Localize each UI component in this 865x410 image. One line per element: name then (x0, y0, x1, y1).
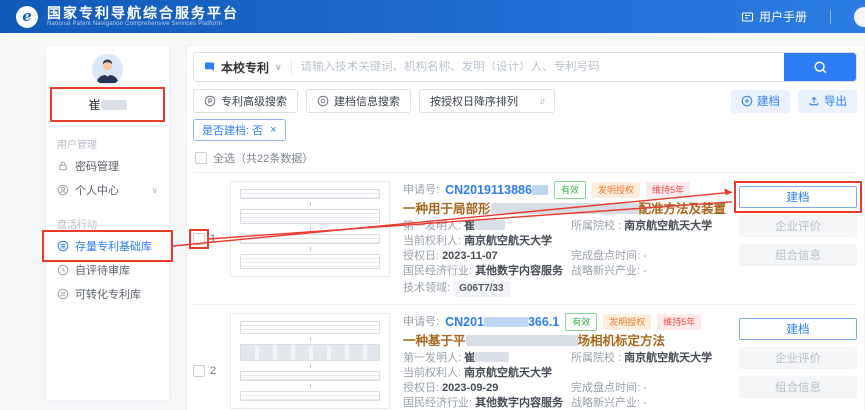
sidebar-item-label: 个人中心 (75, 182, 119, 198)
search-bar: 本校专利 ∨ (193, 52, 857, 82)
database-icon (57, 240, 69, 252)
chevron-down-icon: ∨ (275, 62, 282, 73)
archive-info-search-label: 建档信息搜索 (334, 93, 400, 109)
sidebar-item-label: 密码管理 (75, 158, 119, 174)
user-manual-link[interactable]: 用户手册 (741, 8, 807, 25)
select-all-checkbox[interactable] (195, 152, 207, 164)
app-no-value[interactable]: CN201366.1 (445, 315, 559, 329)
transfer-icon (57, 288, 69, 300)
patent-actions: 建档 企业评价 组合信息 (739, 181, 857, 297)
sort-arrows-icon: ↓↑ (539, 96, 544, 106)
app-no-label: 申请号: (403, 183, 439, 197)
search-input[interactable] (292, 61, 784, 73)
sidebar-section-revitalize: 盘活行动 (46, 208, 169, 234)
platform-logo-icon: e (16, 6, 38, 28)
toolbar: 专利高级搜索 建档信息搜索 按授权日降序排列 ↓↑ 建档 导出 (193, 89, 857, 113)
enterprise-eval-button[interactable]: 企业评价 (739, 347, 857, 369)
row-checkbox[interactable] (193, 365, 205, 377)
filter-tag-label: 是否建档: 否 (202, 122, 263, 138)
username: 崔 (56, 93, 159, 116)
platform-subtitle: National Patent Navigation Comprehensive… (47, 21, 239, 27)
status-badge-maintain: 维持5年 (657, 314, 701, 330)
plus-circle-icon (741, 95, 753, 107)
avatar-person-icon (92, 54, 123, 85)
create-archive-label: 建档 (757, 93, 780, 109)
tech-field-tag: G06T7/33 (453, 281, 509, 297)
create-archive-button[interactable]: 建档 (731, 90, 790, 113)
sidebar-item-password[interactable]: 密码管理 (46, 154, 169, 178)
app-no-label: 申请号: (403, 315, 439, 329)
close-icon[interactable]: × (270, 125, 276, 136)
header-divider (830, 10, 831, 24)
archive-info-search-button[interactable]: 建档信息搜索 (306, 89, 411, 113)
sidebar-item-label: 自评待审库 (75, 262, 130, 278)
user-icon (57, 184, 69, 196)
filter-row: 是否建档: 否 × (193, 119, 857, 141)
sidebar-divider (46, 125, 169, 126)
archive-search-icon (317, 95, 329, 107)
user-avatar (92, 54, 123, 85)
sidebar-item-label: 可转化专利库 (75, 286, 141, 302)
sidebar-item-self-review-library[interactable]: 自评待审库 (46, 258, 169, 282)
sort-label: 按授权日降序排列 (430, 93, 518, 109)
top-bar: e 国家专利导航综合服务平台 National Patent Navigatio… (0, 0, 865, 33)
filter-tag-archived[interactable]: 是否建档: 否 × (193, 119, 286, 141)
patent-title[interactable]: 一种基于平场相机标定方法 (403, 334, 731, 348)
header-avatar[interactable] (854, 7, 865, 27)
patent-details: 申请号: CN2019113886 有效 发明授权 维持5年 一种用于局部形配准… (403, 181, 731, 297)
export-label: 导出 (824, 93, 847, 109)
manual-book-icon (741, 11, 754, 23)
select-all-label: 全选（共22条数据） (213, 150, 313, 166)
sidebar-item-label: 存量专利基础库 (75, 238, 152, 254)
main-panel: 本校专利 ∨ 专利高级搜索 建档信息搜索 (186, 45, 865, 410)
row-index: 2 (210, 365, 216, 377)
chevron-down-icon: ∨ (151, 185, 158, 196)
platform-title-group: 国家专利导航综合服务平台 National Patent Navigation … (47, 6, 239, 27)
sidebar: 崔 用户管理 密码管理 个人中心 ∨ 盘活行动 存量专利基础库 (45, 45, 170, 401)
status-badge-valid: 有效 (565, 313, 597, 331)
select-all-row: 全选（共22条数据） (193, 150, 857, 166)
search-icon (813, 60, 828, 75)
export-button[interactable]: 导出 (798, 90, 857, 113)
patent-list: 1 申请号: CN2019113886 有效 发明授权 维持5年 (193, 172, 857, 410)
combo-info-button[interactable]: 组合信息 (739, 376, 857, 398)
patent-row-1: 1 申请号: CN2019113886 有效 发明授权 维持5年 (193, 172, 857, 304)
clock-icon (57, 264, 69, 276)
search-button[interactable] (784, 52, 856, 82)
row-index: 1 (210, 233, 216, 245)
patent-details: 申请号: CN201366.1 有效 发明授权 维持5年 一种基于平场相机标定方… (403, 313, 731, 410)
platform-title: 国家专利导航综合服务平台 (47, 6, 239, 21)
row-checkbox[interactable] (193, 233, 205, 245)
sidebar-item-personal-center[interactable]: 个人中心 ∨ (46, 178, 169, 202)
combo-info-button[interactable]: 组合信息 (739, 244, 857, 266)
patent-thumbnail[interactable] (230, 181, 390, 277)
patent-search-icon (204, 95, 216, 107)
patent-title[interactable]: 一种用于局部形配准方法及装置 (403, 202, 731, 216)
advanced-search-button[interactable]: 专利高级搜索 (193, 89, 298, 113)
app-no-value[interactable]: CN2019113886 (445, 183, 548, 197)
enterprise-eval-button[interactable]: 企业评价 (739, 215, 857, 237)
search-scope-select[interactable]: 本校专利 ∨ (194, 59, 291, 76)
patent-row-2: 2 申请号: CN201366.1 有效 发明授权 维持5年 (193, 304, 857, 410)
lock-icon (57, 160, 69, 172)
user-manual-label: 用户手册 (759, 8, 807, 25)
export-icon (808, 95, 820, 107)
archive-button[interactable]: 建档 (739, 318, 857, 340)
username-redaction (101, 100, 127, 110)
sidebar-section-user-mgmt: 用户管理 (46, 128, 169, 154)
patent-thumbnail[interactable] (230, 313, 390, 409)
patent-actions: 建档 企业评价 组合信息 (739, 313, 857, 410)
status-badge-maintain: 维持5年 (646, 182, 690, 198)
status-badge-grant-type: 发明授权 (603, 314, 651, 330)
sidebar-item-stock-patent-library[interactable]: 存量专利基础库 (46, 234, 169, 258)
status-badge-valid: 有效 (554, 181, 586, 199)
sort-button[interactable]: 按授权日降序排列 ↓↑ (419, 89, 555, 113)
status-badge-grant-type: 发明授权 (592, 182, 640, 198)
advanced-search-label: 专利高级搜索 (221, 93, 287, 109)
search-scope-value: 本校专利 (221, 59, 269, 76)
bookmark-icon (203, 61, 216, 73)
sidebar-item-transferable-library[interactable]: 可转化专利库 (46, 282, 169, 306)
archive-button[interactable]: 建档 (739, 186, 857, 208)
